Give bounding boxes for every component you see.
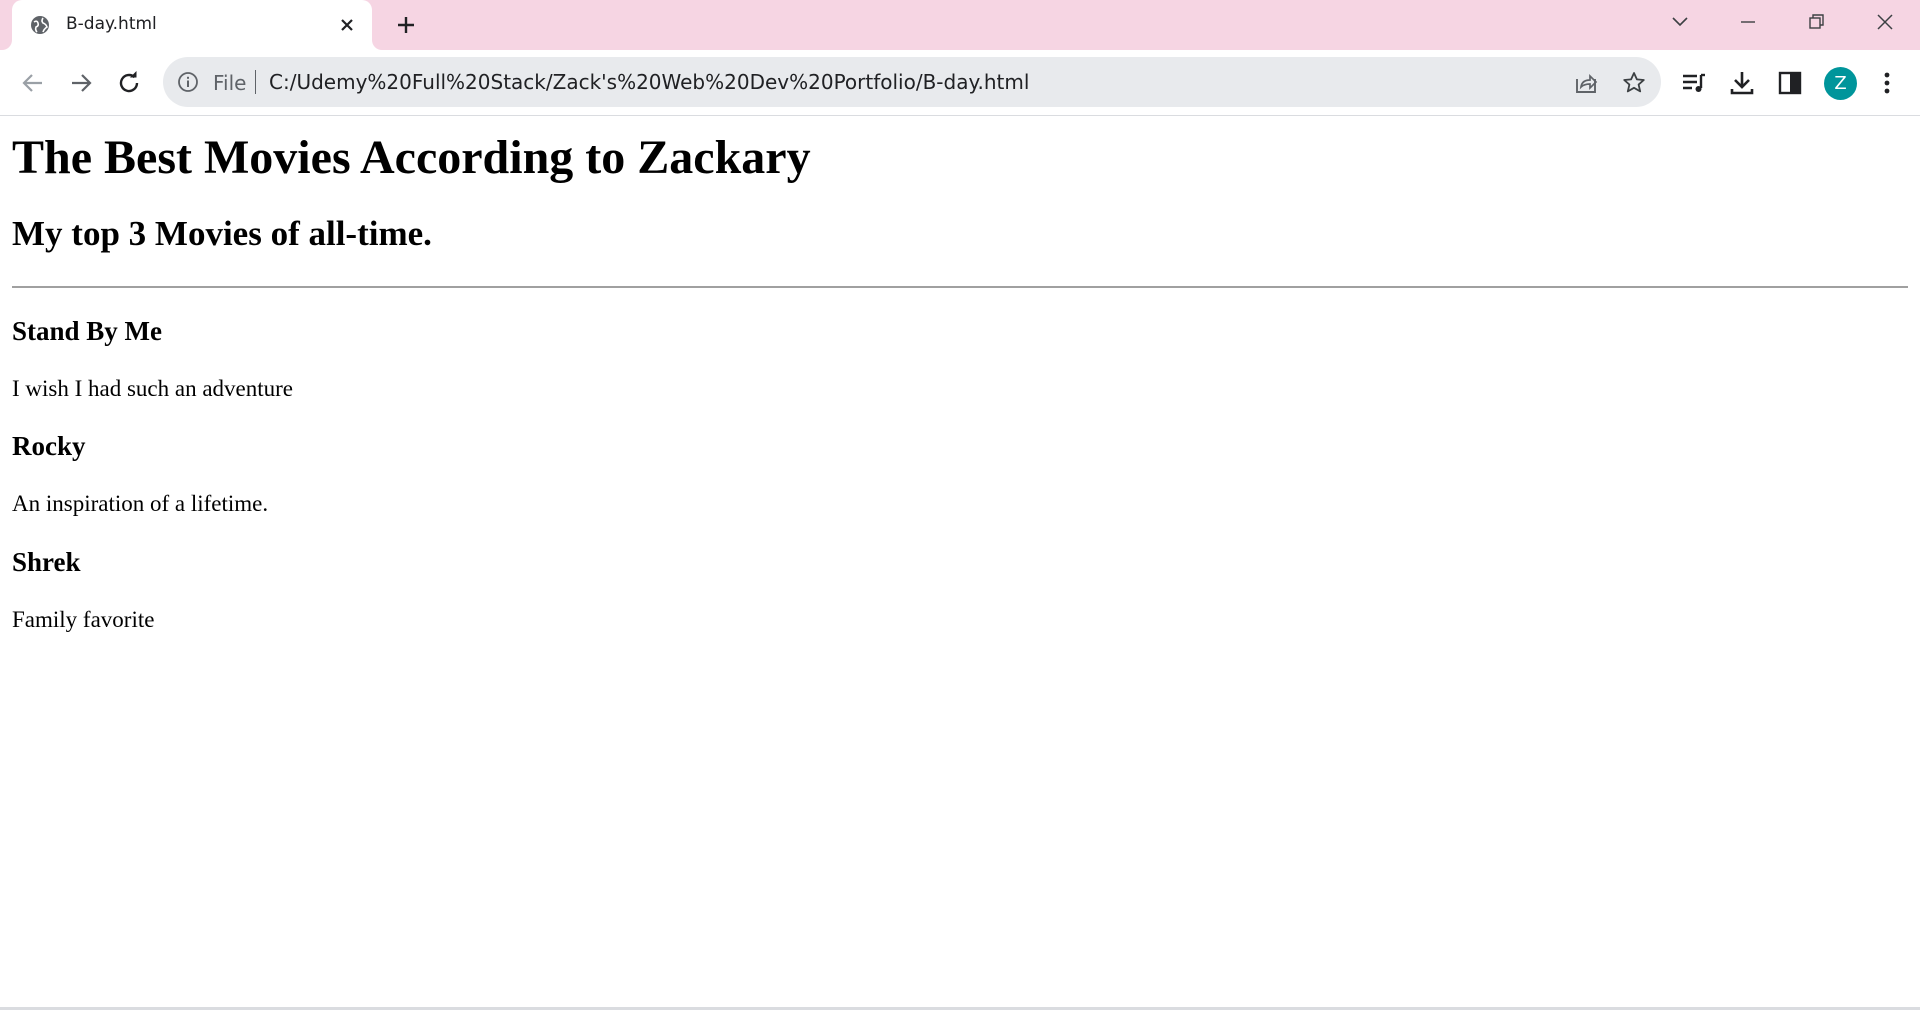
movie-description: An inspiration of a lifetime. bbox=[12, 491, 269, 516]
share-icon[interactable] bbox=[1573, 70, 1599, 96]
side-panel-icon[interactable] bbox=[1776, 69, 1804, 97]
address-bar[interactable]: File C:/Udemy%20Full%20Stack/Zack's%20We… bbox=[163, 57, 1661, 107]
profile-avatar[interactable]: Z bbox=[1824, 67, 1857, 100]
horizontal-rule bbox=[12, 286, 1908, 288]
kebab-menu-icon[interactable] bbox=[1873, 69, 1901, 97]
restore-icon[interactable] bbox=[1801, 10, 1831, 34]
info-icon[interactable] bbox=[177, 71, 199, 93]
movie-description: I wish I had such an adventure bbox=[12, 376, 294, 401]
movie-title: Stand By Me bbox=[12, 316, 163, 346]
forward-arrow-icon[interactable] bbox=[67, 69, 95, 97]
scheme-label: File bbox=[213, 71, 247, 95]
movie-title: Shrek bbox=[12, 547, 81, 577]
url-text[interactable]: C:/Udemy%20Full%20Stack/Zack's%20Web%20D… bbox=[269, 70, 1029, 94]
browser-tab[interactable]: B-day.html bbox=[12, 0, 372, 50]
media-queue-icon[interactable] bbox=[1680, 69, 1708, 97]
web-page: The Best Movies According to Zackary My … bbox=[0, 116, 1920, 1010]
star-icon[interactable] bbox=[1621, 70, 1647, 96]
minimize-icon[interactable] bbox=[1733, 10, 1763, 34]
omnibox-divider bbox=[255, 70, 256, 94]
close-window-icon[interactable] bbox=[1870, 10, 1900, 34]
tab-strip: B-day.html bbox=[0, 0, 1920, 50]
tab-title: B-day.html bbox=[66, 14, 157, 34]
movie-title: Rocky bbox=[12, 431, 86, 461]
browser-toolbar: File C:/Udemy%20Full%20Stack/Zack's%20We… bbox=[0, 50, 1920, 116]
back-arrow-icon[interactable] bbox=[19, 69, 47, 97]
movie-description: Family favorite bbox=[12, 607, 155, 632]
page-heading: The Best Movies According to Zackary bbox=[12, 131, 811, 184]
download-icon[interactable] bbox=[1728, 69, 1756, 97]
page-subheading: My top 3 Movies of all-time. bbox=[12, 214, 432, 253]
plus-icon[interactable] bbox=[394, 13, 418, 37]
globe-icon bbox=[31, 16, 49, 34]
reload-icon[interactable] bbox=[115, 69, 143, 97]
close-icon[interactable] bbox=[337, 15, 357, 35]
chevron-down-icon[interactable] bbox=[1665, 10, 1695, 34]
